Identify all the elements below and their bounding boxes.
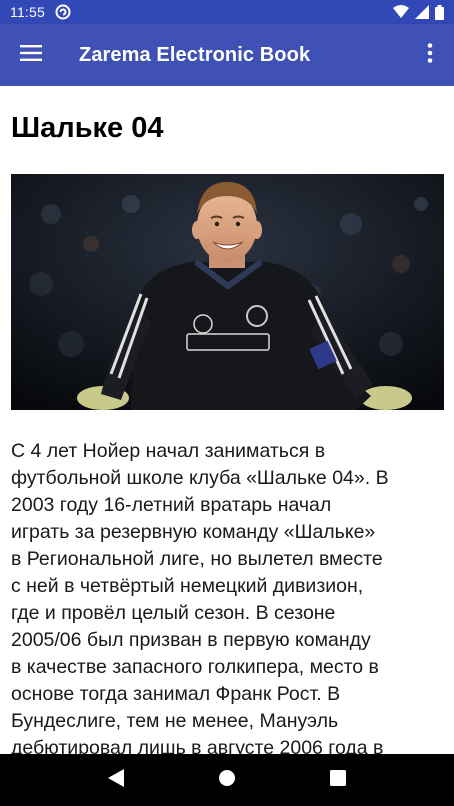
article-image <box>11 174 444 410</box>
home-circle-icon <box>218 769 236 792</box>
article-line: 2005/06 был призван в первую команду <box>11 629 371 651</box>
article-line: дебютировал лишь в августе 2006 года в <box>11 737 384 754</box>
article-line: с ней в четвёртый немецкий дивизион, <box>11 575 364 597</box>
wifi-icon <box>393 5 409 19</box>
menu-button[interactable] <box>0 24 62 86</box>
system-nav-bar <box>0 754 454 806</box>
article-title: Шальке 04 <box>11 112 164 144</box>
more-vert-icon <box>427 42 433 68</box>
app-title: Zarema Electronic Book <box>79 43 311 66</box>
recents-button[interactable] <box>308 754 368 806</box>
article-line: где и провёл целый сезон. В сезоне <box>11 602 336 624</box>
article-line: Бундеслиге, тем не менее, Мануэль <box>11 710 339 732</box>
article-body: С 4 лет Нойер начал заниматься в футболь… <box>11 438 447 754</box>
status-time: 11:55 <box>10 4 45 20</box>
home-button[interactable] <box>197 754 257 806</box>
hamburger-menu-icon <box>20 44 42 66</box>
overflow-menu-button[interactable] <box>406 24 454 86</box>
app-bar: Zarema Electronic Book <box>0 24 454 86</box>
status-right <box>393 4 444 20</box>
article-line: С 4 лет Нойер начал заниматься в <box>11 440 326 462</box>
back-button[interactable] <box>86 754 146 806</box>
recents-square-icon <box>330 769 347 791</box>
cellular-signal-icon <box>415 5 429 19</box>
article-line: футбольной школе клуба «Шальке 04». В <box>11 467 389 489</box>
battery-icon <box>435 4 444 20</box>
article-line: в Региональной лиге, но вылетел вместе <box>11 548 383 570</box>
article-line: 2003 году 16-летний вратарь начал <box>11 494 332 516</box>
vpn-key-icon <box>55 4 71 20</box>
status-left: 11:55 <box>10 4 71 20</box>
article-content[interactable]: Шальке 04 С 4 лет Нойер начал заниматься… <box>0 86 454 754</box>
article-line: играть за резервную команду «Шальке» <box>11 521 376 543</box>
back-triangle-icon <box>107 768 124 792</box>
status-bar: 11:55 <box>0 0 454 24</box>
article-line: в качестве запасного голкипера, место в <box>11 656 379 678</box>
article-line: основе тогда занимал Франк Рост. В <box>11 683 341 705</box>
